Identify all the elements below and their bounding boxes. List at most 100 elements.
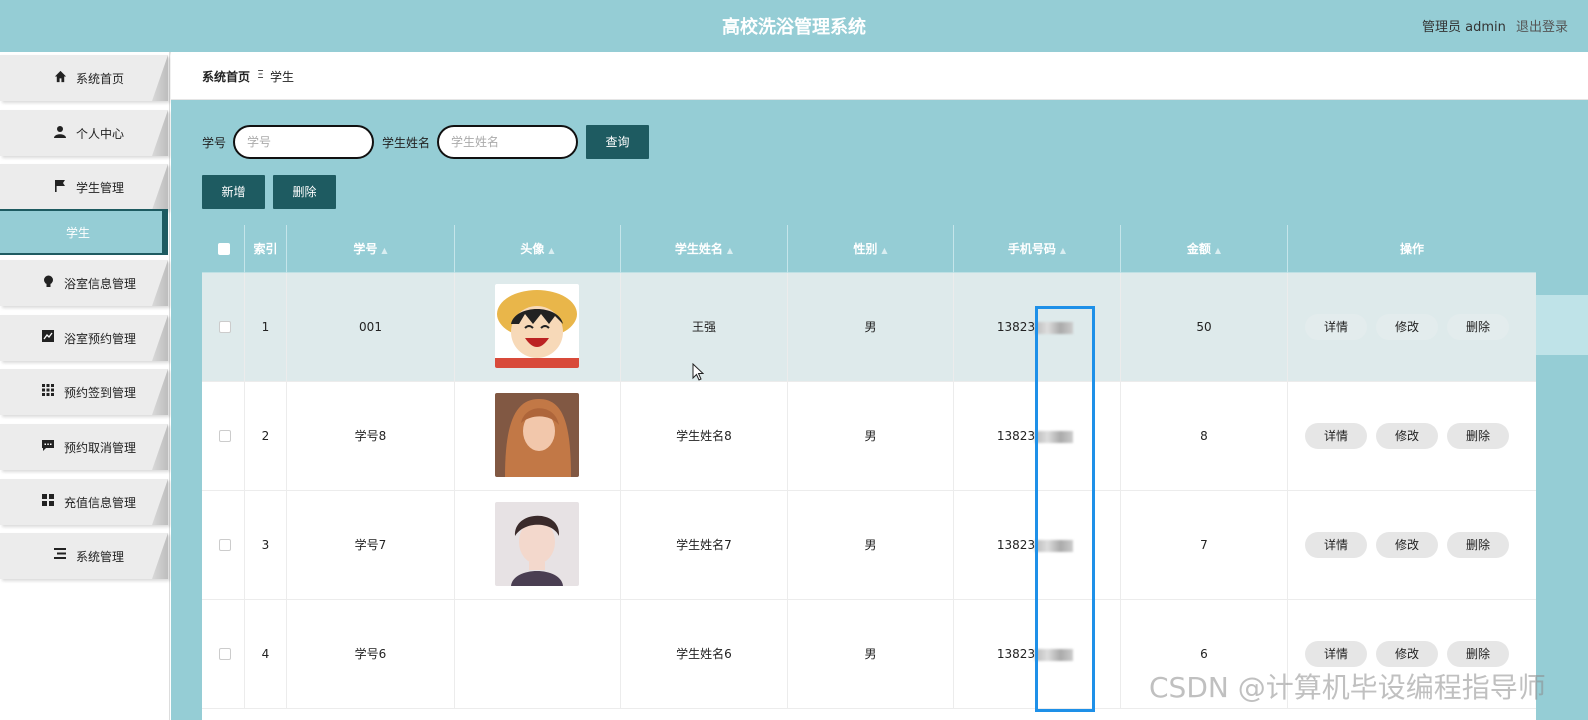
row-select-cell (202, 382, 244, 491)
delete-button[interactable]: 删除 (1447, 532, 1509, 558)
breadcrumb: 系统首页 Ξ 学生 (171, 52, 1588, 100)
student-name-label: 学生姓名 (382, 136, 431, 150)
current-user: 管理员 admin (1421, 20, 1506, 35)
cell-amount: 50 (1120, 273, 1287, 382)
sort-icon[interactable]: ▲ (1060, 246, 1066, 255)
sidebar-item-cancel[interactable]: 预约取消管理 (0, 424, 168, 470)
sort-icon[interactable]: ▲ (727, 246, 733, 255)
edit-button[interactable]: 修改 (1376, 532, 1438, 558)
cell-avatar (454, 600, 620, 709)
cell-amount: 7 (1120, 491, 1287, 600)
add-button[interactable]: 新增 (202, 175, 265, 209)
cell-name: 学生姓名7 (620, 491, 787, 600)
detail-button[interactable]: 详情 (1305, 423, 1367, 449)
delete-button[interactable]: 删除 (1447, 641, 1509, 667)
row-checkbox[interactable] (219, 539, 231, 551)
cell-gender: 男 (787, 382, 953, 491)
home-icon (53, 70, 67, 84)
breadcrumb-current: 学生 (270, 70, 295, 84)
cell-student-id: 学号8 (286, 382, 454, 491)
avatar (495, 610, 579, 614)
cell-student-id: 001 (286, 273, 454, 382)
phone-text: 13823 (996, 647, 1036, 661)
student-id-label: 学号 (202, 136, 227, 150)
select-all-checkbox[interactable] (218, 243, 230, 255)
table-header: 索引 学号 ▲ 头像 ▲ 学生姓名 ▲ 性别 ▲ 手机号码 ▲ 金额 ▲ 操作 (202, 225, 1536, 273)
edit-button[interactable]: 修改 (1376, 641, 1438, 667)
delete-button[interactable]: 删除 (1447, 423, 1509, 449)
col-student-id[interactable]: 学号 ▲ (286, 225, 454, 273)
row-checkbox[interactable] (219, 648, 231, 660)
col-actions: 操作 (1287, 225, 1536, 273)
row-checkbox[interactable] (219, 430, 231, 442)
col-index: 索引 (244, 225, 286, 273)
student-table: 索引 学号 ▲ 头像 ▲ 学生姓名 ▲ 性别 ▲ 手机号码 ▲ 金额 ▲ 操作 1 001 … (202, 225, 1536, 720)
app-title: 高校洗浴管理系统 (722, 17, 866, 38)
col-index-label: 索引 (253, 242, 278, 256)
cell-gender: 男 (787, 273, 953, 382)
detail-button[interactable]: 详情 (1305, 532, 1367, 558)
col-name[interactable]: 学生姓名 ▲ (620, 225, 787, 273)
top-header: 高校洗浴管理系统 管理员 admin 退出登录 (0, 0, 1588, 52)
sidebar-item-label: 学生管理 (76, 181, 125, 195)
detail-button[interactable]: 详情 (1305, 314, 1367, 340)
student-name-input[interactable]: 学生姓名 (437, 125, 578, 159)
row-select-cell (202, 600, 244, 709)
sidebar-item-bathroom-info[interactable]: 浴室信息管理 (0, 260, 168, 306)
sidebar-item-checkin[interactable]: 预约签到管理 (0, 369, 168, 415)
cell-student-id: 学号7 (286, 491, 454, 600)
delete-selected-button[interactable]: 删除 (273, 175, 336, 209)
sidebar: 系统首页 个人中心 学生管理 学生 浴室信息管理 浴室预约管理 预约签到管理 预… (0, 52, 170, 720)
col-phone[interactable]: 手机号码 ▲ (953, 225, 1120, 273)
breadcrumb-home[interactable]: 系统首页 (202, 68, 250, 85)
query-button[interactable]: 查询 (586, 125, 649, 159)
mouse-cursor-icon (692, 362, 705, 384)
edit-button[interactable]: 修改 (1376, 314, 1438, 340)
sidebar-item-label: 个人中心 (76, 127, 125, 141)
list-icon (53, 548, 67, 562)
col-name-label: 学生姓名 (674, 242, 723, 256)
detail-button[interactable]: 详情 (1305, 641, 1367, 667)
sort-icon[interactable]: ▲ (1215, 246, 1221, 255)
sidebar-item-bathroom-booking[interactable]: 浴室预约管理 (0, 315, 168, 361)
sidebar-item-label: 系统首页 (76, 72, 125, 86)
col-gender[interactable]: 性别 ▲ (787, 225, 953, 273)
row-select-cell (202, 273, 244, 382)
cell-index: 4 (244, 600, 286, 709)
cell-index: 1 (244, 273, 286, 382)
sidebar-item-recharge[interactable]: 充值信息管理 (0, 479, 168, 525)
cell-name: 学生姓名6 (620, 600, 787, 709)
col-gender-label: 性别 (853, 242, 878, 256)
chart-icon (41, 330, 55, 344)
breadcrumb-separator-icon: Ξ (257, 68, 264, 81)
flag-icon (53, 179, 67, 193)
sidebar-subitem-student[interactable]: 学生 (0, 209, 168, 255)
user-icon (53, 125, 67, 139)
sort-icon[interactable]: ▲ (881, 246, 887, 255)
row-checkbox[interactable] (219, 321, 231, 333)
sidebar-item-students[interactable]: 学生管理 (0, 164, 168, 210)
grid-icon (41, 384, 55, 398)
sidebar-subitem-label: 学生 (65, 226, 90, 240)
col-phone-label: 手机号码 (1007, 242, 1056, 256)
bulb-icon (41, 275, 55, 289)
apps-icon (41, 494, 55, 508)
logout-link[interactable]: 退出登录 (1516, 20, 1568, 35)
user-area: 管理员 admin 退出登录 (1416, 16, 1568, 35)
sidebar-item-system[interactable]: 系统管理 (0, 533, 168, 579)
sidebar-item-profile[interactable]: 个人中心 (0, 110, 168, 156)
sort-icon[interactable]: ▲ (548, 246, 554, 255)
delete-button[interactable]: 删除 (1447, 314, 1509, 340)
cell-name: 学生姓名8 (620, 382, 787, 491)
sidebar-item-label: 浴室预约管理 (64, 332, 137, 346)
sidebar-item-home[interactable]: 系统首页 (0, 55, 168, 101)
chat-icon (41, 439, 55, 453)
col-amount[interactable]: 金额 ▲ (1120, 225, 1287, 273)
sidebar-item-label: 预约取消管理 (64, 441, 137, 455)
select-all-cell (202, 225, 244, 273)
edit-button[interactable]: 修改 (1376, 423, 1438, 449)
student-id-input[interactable]: 学号 (233, 125, 374, 159)
col-avatar[interactable]: 头像 ▲ (454, 225, 620, 273)
sort-icon[interactable]: ▲ (381, 246, 387, 255)
sidebar-item-label: 充值信息管理 (64, 496, 137, 510)
